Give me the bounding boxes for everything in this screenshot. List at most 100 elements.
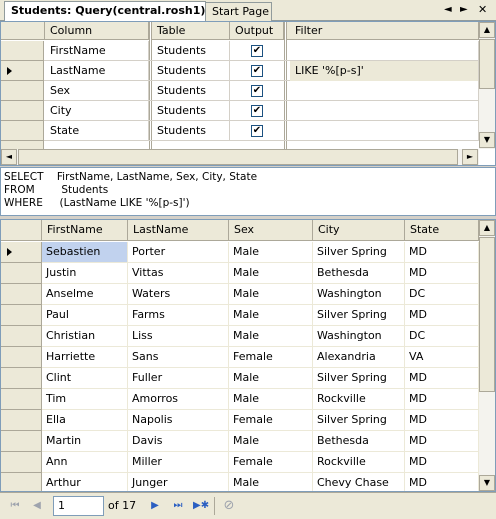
result-city-cell[interactable]: Rockville xyxy=(313,452,405,473)
table-row[interactable]: Harriette Sans Female Alexandria VA xyxy=(1,347,479,368)
table-row[interactable]: Anselme Waters Male Washington DC xyxy=(1,284,479,305)
criteria-column-cell[interactable]: Sex xyxy=(45,81,149,101)
result-firstname-cell[interactable]: Paul xyxy=(42,305,128,326)
result-sex-cell[interactable]: Male xyxy=(229,473,313,491)
row-selector[interactable] xyxy=(1,452,42,473)
result-sex-cell[interactable]: Female xyxy=(229,452,313,473)
result-firstname-cell[interactable]: Christian xyxy=(42,326,128,347)
criteria-row[interactable]: LastName Students ✔ LIKE '%[p-s]' xyxy=(1,61,479,81)
row-selector[interactable] xyxy=(1,431,42,452)
result-city-cell[interactable]: Silver Spring xyxy=(313,368,405,389)
results-header-state[interactable]: State xyxy=(405,220,479,241)
result-state-cell[interactable]: MD xyxy=(405,410,479,431)
criteria-header-filter[interactable]: Filter xyxy=(290,22,479,40)
result-state-cell[interactable]: DC xyxy=(405,284,479,305)
result-lastname-cell[interactable]: Vittas xyxy=(128,263,229,284)
result-city-cell[interactable]: Chevy Chase xyxy=(313,473,405,491)
scrollbar-thumb[interactable] xyxy=(18,149,458,165)
criteria-table-cell[interactable]: Students xyxy=(152,81,230,101)
result-lastname-cell[interactable]: Miller xyxy=(128,452,229,473)
table-row[interactable]: Sebastien Porter Male Silver Spring MD xyxy=(1,242,479,263)
result-sex-cell[interactable]: Female xyxy=(229,347,313,368)
result-city-cell[interactable]: Washington xyxy=(313,284,405,305)
result-sex-cell[interactable]: Female xyxy=(229,410,313,431)
row-selector[interactable] xyxy=(1,410,42,431)
result-lastname-cell[interactable]: Porter xyxy=(128,242,229,263)
table-row[interactable]: Arthur Junger Male Chevy Chase MD xyxy=(1,473,479,491)
criteria-row[interactable]: Sex Students ✔ xyxy=(1,81,479,101)
criteria-column-cell[interactable]: City xyxy=(45,101,149,121)
row-selector[interactable] xyxy=(1,347,42,368)
scroll-down-icon[interactable]: ▼ xyxy=(479,132,495,148)
result-lastname-cell[interactable]: Farms xyxy=(128,305,229,326)
result-city-cell[interactable]: Silver Spring xyxy=(313,410,405,431)
result-state-cell[interactable]: DC xyxy=(405,326,479,347)
results-header-sex[interactable]: Sex xyxy=(229,220,313,241)
criteria-table-cell[interactable]: Students xyxy=(152,121,230,141)
scroll-tabs-left-icon[interactable]: ◄ xyxy=(444,4,452,15)
result-city-cell[interactable]: Washington xyxy=(313,326,405,347)
criteria-column-cell[interactable]: State xyxy=(45,121,149,141)
result-state-cell[interactable]: MD xyxy=(405,389,479,410)
table-row[interactable]: Ann Miller Female Rockville MD xyxy=(1,452,479,473)
result-city-cell[interactable]: Silver Spring xyxy=(313,305,405,326)
table-row[interactable]: Ella Napolis Female Silver Spring MD xyxy=(1,410,479,431)
result-state-cell[interactable]: MD xyxy=(405,305,479,326)
row-selector[interactable] xyxy=(1,101,44,121)
result-firstname-cell[interactable]: Tim xyxy=(42,389,128,410)
criteria-filter-cell[interactable] xyxy=(290,41,479,61)
result-state-cell[interactable]: MD xyxy=(405,368,479,389)
criteria-header-table[interactable]: Table xyxy=(152,22,230,40)
next-record-icon[interactable]: ▶ xyxy=(148,499,162,513)
result-state-cell[interactable]: MD xyxy=(405,452,479,473)
criteria-column-cell[interactable]: LastName xyxy=(45,61,149,81)
table-row[interactable]: Christian Liss Male Washington DC xyxy=(1,326,479,347)
new-record-icon[interactable]: ▶✱ xyxy=(193,499,209,513)
row-selector[interactable] xyxy=(1,389,42,410)
result-lastname-cell[interactable]: Junger xyxy=(128,473,229,491)
result-lastname-cell[interactable]: Davis xyxy=(128,431,229,452)
result-lastname-cell[interactable]: Waters xyxy=(128,284,229,305)
result-city-cell[interactable]: Rockville xyxy=(313,389,405,410)
result-firstname-cell[interactable]: Ann xyxy=(42,452,128,473)
sql-pane[interactable]: SELECT FirstName, LastName, Sex, City, S… xyxy=(0,167,496,216)
result-sex-cell[interactable]: Male xyxy=(229,326,313,347)
last-record-icon[interactable]: ⏭ xyxy=(171,499,185,513)
result-sex-cell[interactable]: Male xyxy=(229,431,313,452)
result-firstname-cell[interactable]: Arthur xyxy=(42,473,128,491)
stop-icon[interactable]: ⊘ xyxy=(222,499,236,513)
output-checkbox[interactable]: ✔ xyxy=(251,65,263,77)
current-page-input[interactable]: 1 xyxy=(53,496,104,516)
scroll-up-icon[interactable]: ▲ xyxy=(479,220,495,236)
criteria-filter-cell[interactable] xyxy=(290,81,479,101)
tab-students-query[interactable]: Students: Query(central.rosh1)* xyxy=(4,1,211,22)
output-checkbox[interactable]: ✔ xyxy=(251,45,263,57)
row-selector[interactable] xyxy=(1,121,44,141)
table-row[interactable]: Clint Fuller Male Silver Spring MD xyxy=(1,368,479,389)
row-selector[interactable] xyxy=(1,242,42,263)
result-city-cell[interactable]: Silver Spring xyxy=(313,242,405,263)
row-selector[interactable] xyxy=(1,305,42,326)
criteria-column-cell[interactable]: FirstName xyxy=(45,41,149,61)
scrollbar-thumb[interactable] xyxy=(479,39,495,89)
result-sex-cell[interactable]: Male xyxy=(229,284,313,305)
result-firstname-cell[interactable]: Anselme xyxy=(42,284,128,305)
result-city-cell[interactable]: Bethesda xyxy=(313,263,405,284)
scroll-up-icon[interactable]: ▲ xyxy=(479,22,495,38)
row-selector[interactable] xyxy=(1,473,42,491)
scroll-down-icon[interactable]: ▼ xyxy=(479,475,495,491)
result-firstname-cell[interactable]: Ella xyxy=(42,410,128,431)
result-state-cell[interactable]: MD xyxy=(405,263,479,284)
criteria-table-cell[interactable]: Students xyxy=(152,41,230,61)
row-selector[interactable] xyxy=(1,61,44,81)
criteria-filter-cell[interactable]: LIKE '%[p-s]' xyxy=(290,61,479,81)
results-header-lastname[interactable]: LastName xyxy=(128,220,229,241)
row-selector[interactable] xyxy=(1,368,42,389)
result-firstname-cell[interactable]: Martin xyxy=(42,431,128,452)
result-sex-cell[interactable]: Male xyxy=(229,305,313,326)
result-firstname-cell[interactable]: Sebastien xyxy=(42,242,128,263)
result-state-cell[interactable]: MD xyxy=(405,473,479,491)
criteria-table-cell[interactable]: Students xyxy=(152,61,230,81)
row-selector[interactable] xyxy=(1,81,44,101)
result-state-cell[interactable]: MD xyxy=(405,431,479,452)
